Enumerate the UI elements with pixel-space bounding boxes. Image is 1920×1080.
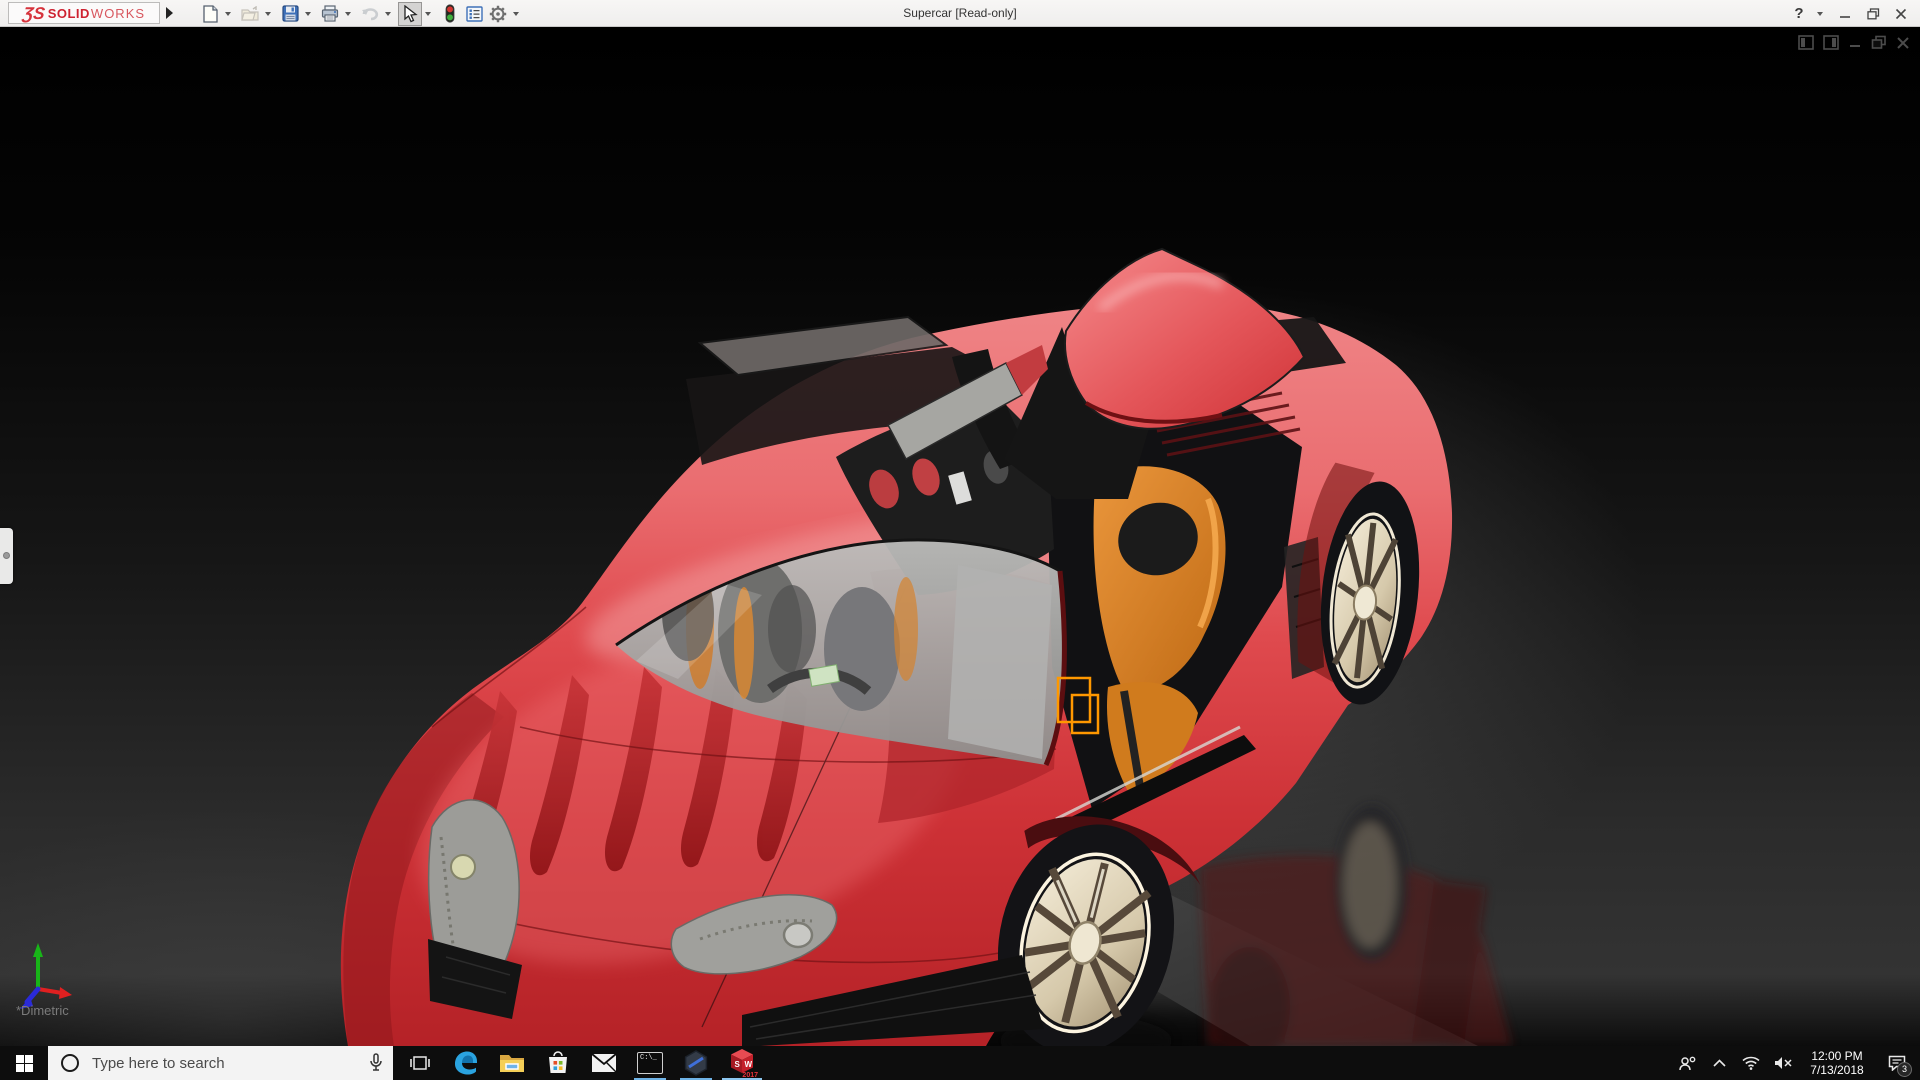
microphone-icon[interactable]	[369, 1053, 383, 1077]
orientation-triad	[20, 943, 72, 1009]
new-dropdown-caret[interactable]	[222, 2, 234, 26]
windows-logo-icon	[15, 1054, 33, 1072]
store-icon	[549, 1051, 567, 1073]
save-icon	[281, 5, 299, 22]
open-folder-icon	[240, 5, 259, 21]
wifi-icon[interactable]	[1740, 1046, 1762, 1080]
app-minimize-button[interactable]	[1832, 2, 1858, 26]
ds-logo-mark: ƷS	[21, 3, 47, 23]
options-dropdown-caret[interactable]	[510, 2, 522, 26]
notification-badge: 3	[1897, 1062, 1912, 1077]
open-dropdown-caret[interactable]	[262, 2, 274, 26]
screen: ƷS SOLID WORKS Supercar [Read-only] ? *D…	[0, 0, 1920, 1080]
select-cursor-icon	[403, 4, 418, 22]
rebuild-button[interactable]	[438, 2, 462, 26]
hexagon-app-icon	[684, 1050, 708, 1076]
file-properties-icon	[465, 5, 483, 22]
system-tray: 12:00 PM 7/13/2018 3	[1676, 1046, 1920, 1080]
command-prompt-button[interactable]: C:\_	[627, 1046, 673, 1080]
undo-dropdown-caret[interactable]	[382, 2, 394, 26]
graphics-viewport[interactable]: *Dimetric	[0, 27, 1920, 1046]
mail-button[interactable]	[581, 1046, 627, 1080]
windows-taskbar: C:\_ S W	[0, 1046, 1920, 1080]
undo-icon	[362, 7, 379, 20]
open-button[interactable]	[238, 2, 262, 26]
rebuild-stoplight-icon	[445, 4, 455, 23]
options-gear-icon	[489, 5, 507, 22]
help-button[interactable]: ?	[1786, 2, 1812, 26]
svg-text:S: S	[735, 1060, 741, 1069]
hexagon-app-button[interactable]	[673, 1046, 719, 1080]
menu-flyout-arrow-icon[interactable]	[166, 7, 173, 19]
volume-muted-icon[interactable]	[1772, 1046, 1794, 1080]
print-icon	[321, 5, 339, 22]
options-button[interactable]	[486, 2, 510, 26]
taskbar-search[interactable]	[48, 1046, 393, 1080]
logo-text-solid: SOLID	[47, 5, 90, 21]
print-dropdown-caret[interactable]	[342, 2, 354, 26]
app-titlebar: ƷS SOLID WORKS Supercar [Read-only] ?	[0, 0, 1920, 27]
logo-text-works: WORKS	[90, 5, 146, 21]
file-properties-button[interactable]	[462, 2, 486, 26]
svg-text:W: W	[745, 1060, 753, 1069]
action-center-button[interactable]: 3	[1880, 1046, 1914, 1080]
minimize-icon	[1840, 15, 1850, 18]
tray-date: 7/13/2018	[1810, 1063, 1864, 1077]
restore-icon	[1866, 7, 1879, 19]
close-icon	[1895, 8, 1907, 19]
print-button[interactable]	[318, 2, 342, 26]
supercar-3d-model	[20, 247, 1512, 1046]
view-orientation-label: *Dimetric	[16, 1003, 69, 1018]
mail-icon	[591, 1053, 617, 1073]
solidworks-2017-button[interactable]: S W 2017	[719, 1046, 765, 1080]
save-dropdown-caret[interactable]	[302, 2, 314, 26]
task-view-icon	[410, 1056, 430, 1070]
select-tool-button[interactable]	[398, 1, 422, 26]
help-dropdown-caret[interactable]	[1814, 2, 1826, 26]
tray-overflow-chevron[interactable]	[1708, 1046, 1730, 1080]
clock[interactable]: 12:00 PM 7/13/2018	[1804, 1049, 1870, 1077]
edge-icon	[455, 1051, 477, 1075]
solidworks-logo[interactable]: ƷS SOLID WORKS	[8, 2, 160, 24]
cortana-icon	[61, 1054, 79, 1072]
save-button[interactable]	[278, 2, 302, 26]
new-document-button[interactable]	[198, 2, 222, 26]
select-dropdown-caret[interactable]	[422, 2, 434, 26]
people-button[interactable]	[1676, 1046, 1698, 1080]
app-close-button[interactable]	[1888, 2, 1914, 26]
app-restore-button[interactable]	[1860, 2, 1886, 26]
file-explorer-button[interactable]	[489, 1046, 535, 1080]
start-button[interactable]	[0, 1046, 48, 1080]
file-explorer-icon	[500, 1055, 524, 1072]
task-view-button[interactable]	[397, 1046, 443, 1080]
edge-button[interactable]	[443, 1046, 489, 1080]
tray-time: 12:00 PM	[1811, 1049, 1863, 1063]
undo-button[interactable]	[358, 2, 382, 26]
command-prompt-icon: C:\_	[637, 1052, 663, 1074]
solidworks-app-icon: S W 2017	[729, 1048, 758, 1079]
search-input[interactable]	[48, 1046, 393, 1080]
new-document-icon	[202, 4, 218, 23]
store-button[interactable]	[535, 1046, 581, 1080]
